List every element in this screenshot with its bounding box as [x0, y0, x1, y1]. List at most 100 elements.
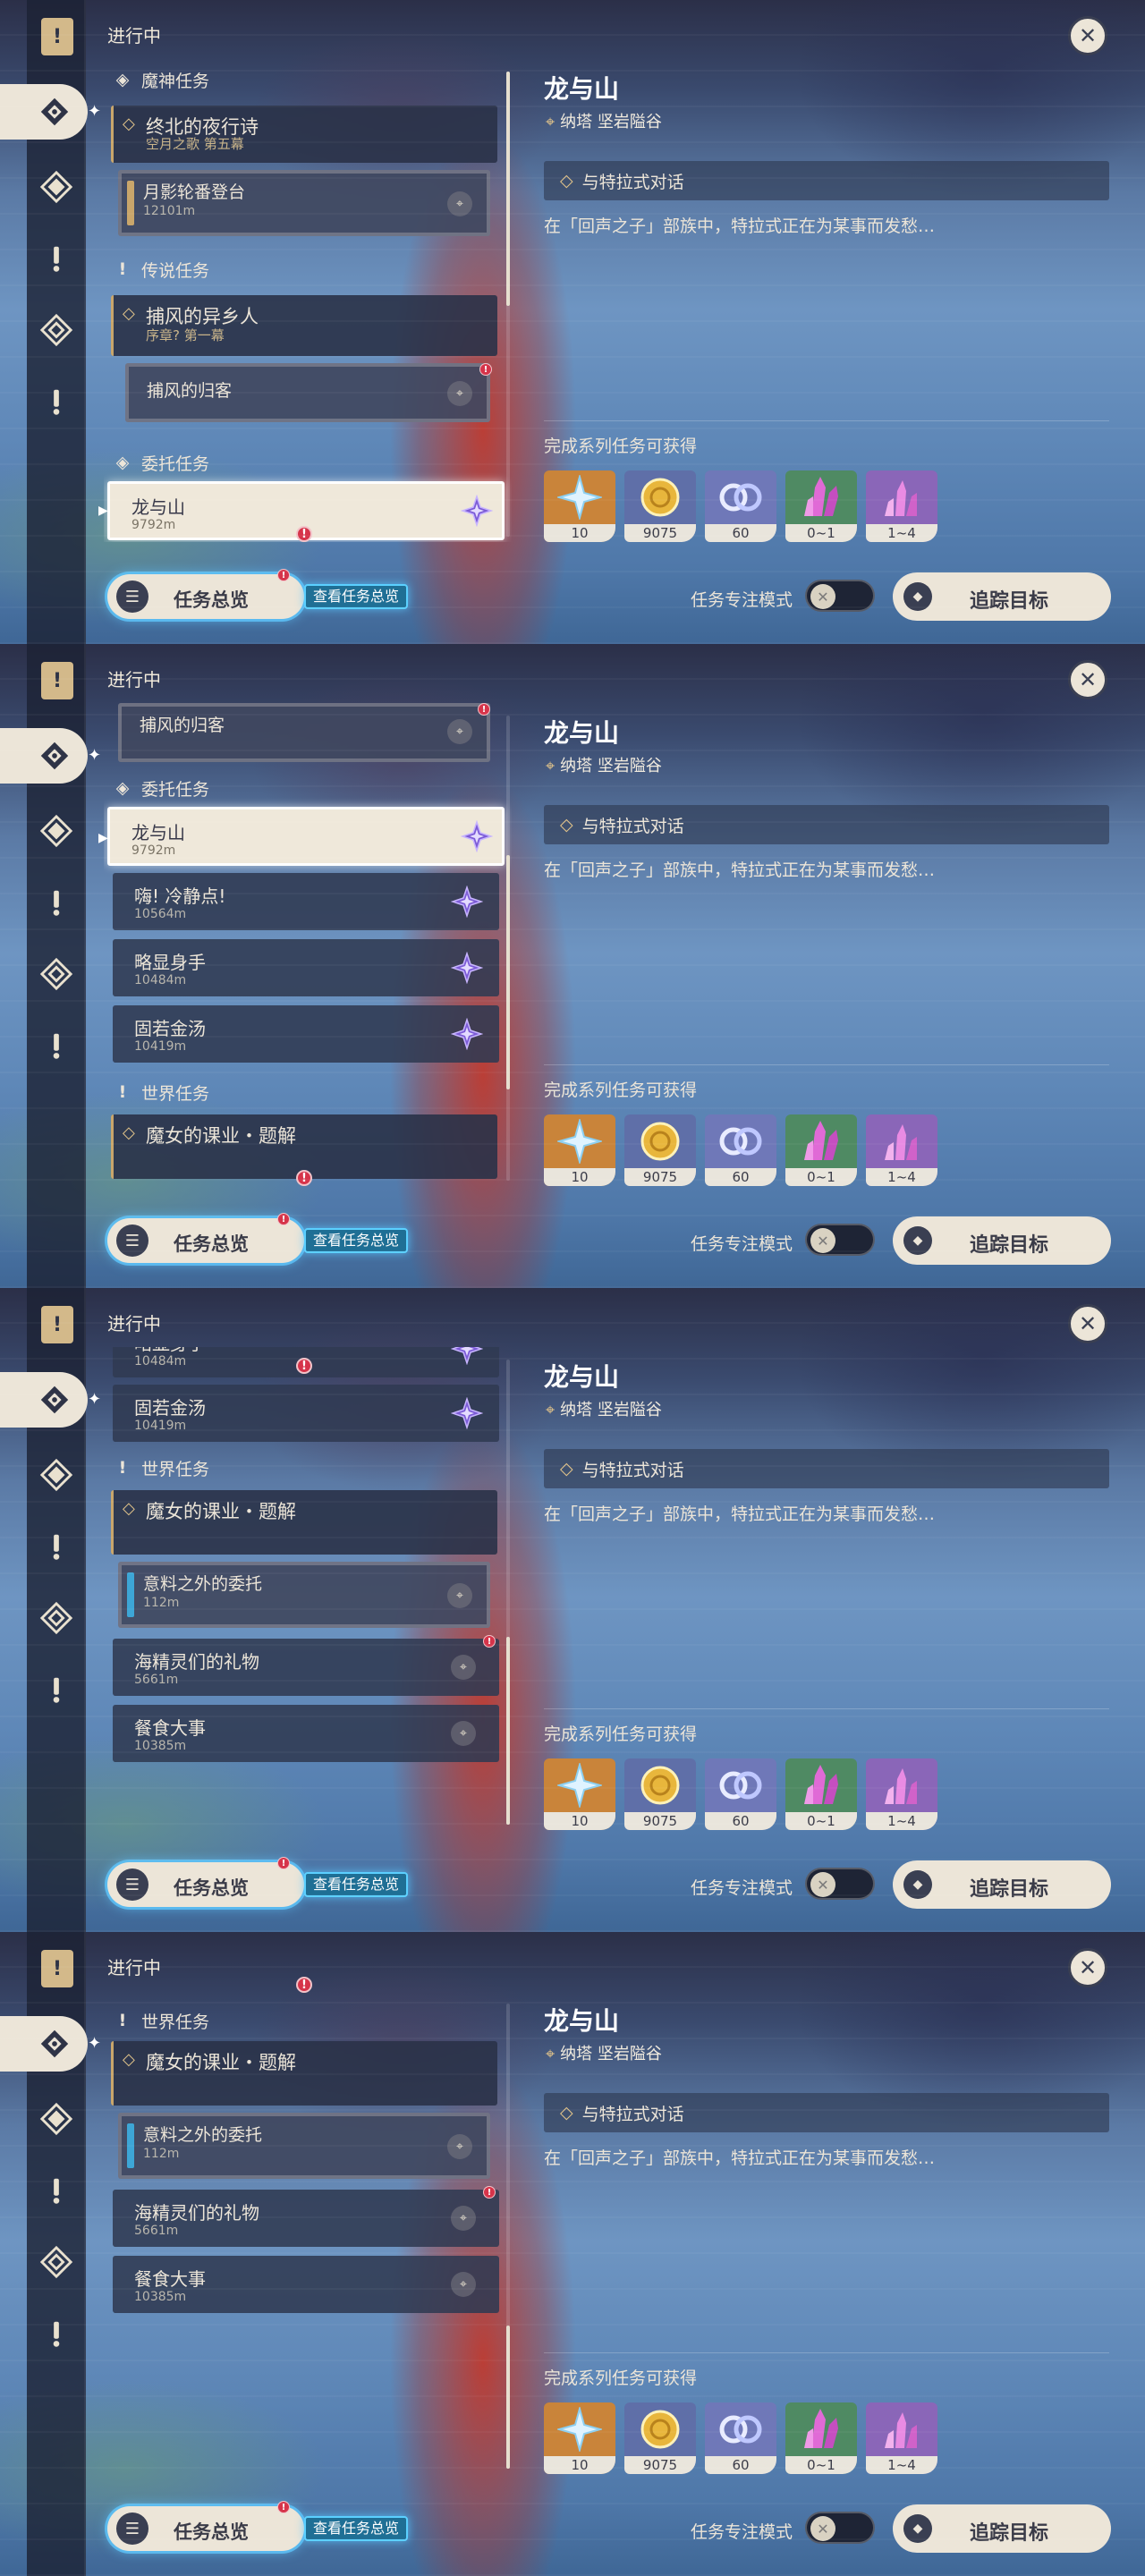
reward-fetter[interactable]: 60 [705, 1114, 776, 1186]
nav-commission-button[interactable] [38, 311, 75, 349]
reward-fetter[interactable]: 60 [705, 1758, 776, 1830]
nav-story-button[interactable] [38, 1456, 75, 1494]
reward-crystal-cluster[interactable]: 1~4 [866, 1114, 937, 1186]
category-label: 世界任务 [141, 1459, 210, 1479]
focus-mode-toggle[interactable]: ✕ [805, 1224, 875, 1256]
reward-crystal-chunk[interactable]: 0~1 [785, 2402, 857, 2474]
location-pin-icon[interactable]: ⌖ [451, 2206, 476, 2231]
quest-story-main[interactable]: ◇ 捕风的异乡人 序章? 第一幕 [111, 295, 497, 356]
overview-button[interactable]: ☰ 任务总览! [107, 1213, 304, 1263]
location-pin-icon[interactable]: ⌖ [447, 381, 472, 406]
quest-archon-step[interactable]: 月影轮番登台 12101m ⌖ [118, 170, 490, 236]
quest-archon-main[interactable]: ◇ 终北的夜行诗 空月之歌 第五幕 [111, 106, 497, 163]
quest-list[interactable]: ◈ 魔神任务 ◇ 终北的夜行诗 空月之歌 第五幕 月影轮番登台 12101m ⌖ … [104, 59, 512, 542]
quest-commission-4[interactable]: 固若金汤 10419m [113, 1005, 499, 1063]
quest-world-2[interactable]: 海精灵们的礼物 5661m ⌖ ! [113, 1635, 499, 1696]
nav-hangout-button[interactable] [38, 2172, 75, 2209]
overview-button[interactable]: ☰ 任务总览! [107, 569, 304, 619]
nav-commission-button[interactable] [38, 955, 75, 993]
reward-crystal-chunk[interactable]: 0~1 [785, 470, 857, 542]
nav-world-button[interactable] [38, 1027, 75, 1064]
location-pin-icon[interactable]: ⌖ [447, 2134, 472, 2159]
nav-hangout-button[interactable] [38, 884, 75, 921]
quest-title: 略显身手 [134, 952, 206, 973]
quest-story-step[interactable]: 捕风的归客 ⌖ ! [118, 703, 490, 762]
reward-primogem[interactable]: 10 [544, 1758, 615, 1830]
location-pin-icon[interactable]: ⌖ [451, 2272, 476, 2297]
reward-count: 60 [705, 1812, 776, 1830]
reward-crystal-cluster[interactable]: 1~4 [866, 2402, 937, 2474]
overview-button[interactable]: ☰ 任务总览! [107, 2501, 304, 2551]
close-button[interactable]: ✕ [1068, 1948, 1107, 1987]
quest-world-main[interactable]: ◇ 魔女的课业・题解 [111, 2041, 497, 2106]
reward-fetter[interactable]: 60 [705, 2402, 776, 2474]
quest-world-step[interactable]: 意料之外的委托 112m ⌖ [118, 2113, 490, 2179]
reward-mora[interactable]: 9075 [624, 1114, 696, 1186]
quest-list[interactable]: 捕风的归客 ⌖ ! ◈ 委托任务 龙与山 9792m 嗨! 冷静点! 10564m… [104, 703, 512, 1186]
quest-story-step[interactable]: 捕风的归客 ⌖ ! [125, 363, 492, 422]
quest-world-2[interactable]: 海精灵们的礼物 5661m ⌖ ! [113, 2186, 499, 2247]
nav-archon-button[interactable] [0, 728, 88, 784]
nav-story-button[interactable] [38, 812, 75, 850]
reward-crystal-cluster[interactable]: 1~4 [866, 1758, 937, 1830]
nav-world-button[interactable] [38, 383, 75, 420]
track-button[interactable]: ◆ 追踪目标 [893, 2504, 1111, 2553]
close-button[interactable]: ✕ [1068, 660, 1107, 699]
track-button[interactable]: ◆ 追踪目标 [893, 1860, 1111, 1909]
location-pin-icon[interactable]: ⌖ [447, 191, 472, 216]
focus-mode-toggle[interactable]: ✕ [805, 1868, 875, 1900]
location-pin-icon[interactable]: ⌖ [451, 1721, 476, 1746]
track-button[interactable]: ◆ 追踪目标 [893, 572, 1111, 621]
track-button[interactable]: ◆ 追踪目标 [893, 1216, 1111, 1265]
nav-hangout-button[interactable] [38, 1528, 75, 1565]
overview-button[interactable]: ☰ 任务总览! [107, 1857, 304, 1907]
nav-commission-button[interactable] [38, 2243, 75, 2281]
quest-world-3[interactable]: 餐食大事 10385m ⌖ [113, 1705, 499, 1762]
focus-mode-toggle[interactable]: ✕ [805, 580, 875, 612]
scroll-thumb[interactable] [506, 72, 510, 306]
quest-commission-2[interactable]: 嗨! 冷静点! 10564m [113, 873, 499, 930]
reward-crystal-cluster[interactable]: 1~4 [866, 470, 937, 542]
quest-world-3[interactable]: 餐食大事 10385m ⌖ [113, 2256, 499, 2313]
quest-diamond-icon: ◇ [123, 114, 135, 133]
quest-scrollbar[interactable] [506, 72, 510, 537]
quest-commission-4[interactable]: 固若金汤 10419m [113, 1385, 499, 1442]
reward-mora[interactable]: 9075 [624, 2402, 696, 2474]
quest-scrollbar[interactable] [506, 716, 510, 1181]
nav-archon-button[interactable] [0, 2016, 88, 2072]
location-pin-icon[interactable]: ⌖ [451, 1655, 476, 1680]
nav-archon-button[interactable] [0, 1372, 88, 1428]
quest-commission-selected[interactable]: 龙与山 9792m [107, 807, 505, 866]
reward-mora[interactable]: 9075 [624, 470, 696, 542]
close-button[interactable]: ✕ [1068, 1304, 1107, 1343]
reward-primogem[interactable]: 10 [544, 1114, 615, 1186]
scroll-thumb[interactable] [506, 855, 510, 1089]
reward-crystal-chunk[interactable]: 0~1 [785, 1114, 857, 1186]
reward-fetter[interactable]: 60 [705, 470, 776, 542]
quest-scrollbar[interactable] [506, 1360, 510, 1825]
nav-world-button[interactable] [38, 2315, 75, 2352]
objective-diamond-icon: ◇ [560, 2103, 573, 2123]
quest-world-step[interactable]: 意料之外的委托 112m ⌖ [118, 1562, 490, 1628]
reward-mora[interactable]: 9075 [624, 1758, 696, 1830]
quest-list[interactable]: ! 世界任务 ◇ 魔女的课业・题解 意料之外的委托 112m ⌖ 海精灵们的礼物 … [104, 1991, 512, 2474]
quest-world-main[interactable]: ◇ 魔女的课业・题解 [111, 1490, 497, 1555]
focus-mode-toggle[interactable]: ✕ [805, 2512, 875, 2544]
nav-world-button[interactable] [38, 1671, 75, 1708]
nav-archon-button[interactable] [0, 84, 88, 140]
reward-primogem[interactable]: 10 [544, 470, 615, 542]
nav-hangout-button[interactable] [38, 240, 75, 277]
reward-primogem[interactable]: 10 [544, 2402, 615, 2474]
quest-commission-3[interactable]: 略显身手 10484m [113, 939, 499, 996]
reward-crystal-chunk[interactable]: 0~1 [785, 1758, 857, 1830]
nav-story-button[interactable] [38, 168, 75, 206]
nav-story-button[interactable] [38, 2100, 75, 2138]
scroll-thumb[interactable] [506, 1637, 510, 1825]
quest-scrollbar[interactable] [506, 2004, 510, 2469]
scroll-thumb[interactable] [506, 2326, 510, 2469]
close-button[interactable]: ✕ [1068, 16, 1107, 55]
location-pin-icon[interactable]: ⌖ [447, 719, 472, 744]
nav-commission-button[interactable] [38, 1599, 75, 1637]
quest-list[interactable]: 略显身手 10484m 固若金汤 10419m !世界任务 ◇ 魔女的课业・题解… [104, 1347, 512, 1830]
location-pin-icon[interactable]: ⌖ [447, 1583, 472, 1608]
